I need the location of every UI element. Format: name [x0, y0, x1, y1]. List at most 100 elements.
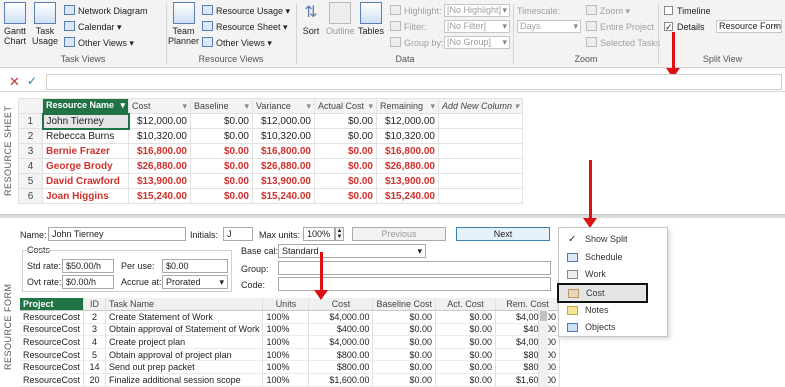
row-number[interactable]: 4 [18, 158, 43, 174]
table-cell[interactable]: $400.00 [308, 323, 374, 337]
table-cell[interactable]: $26,880.00 [376, 158, 439, 174]
check-icon[interactable]: ✓ [27, 74, 37, 88]
timeline-checkbox[interactable]: Timeline [664, 4, 711, 18]
table-cell[interactable]: George Brody [42, 158, 129, 174]
table-cell[interactable]: Create project plan [105, 335, 264, 349]
table-cell[interactable]: $800.00 [308, 348, 374, 362]
table-cell[interactable]: $0.00 [435, 335, 496, 349]
table-row[interactable]: 4 George Brody $26,880.00 $0.00 $26,880.… [18, 158, 523, 174]
table-cell[interactable]: Finalize additional session scope [105, 373, 264, 387]
table-cell[interactable]: 2 [83, 310, 107, 324]
table-cell[interactable]: $4,000.00 [495, 335, 560, 349]
table-cell[interactable]: Rebecca Burns [42, 128, 129, 144]
table-cell[interactable]: $10,320.00 [128, 128, 191, 144]
table-cell[interactable]: Obtain approval of Statement of Work [105, 323, 264, 337]
table-row[interactable]: 6 Joan Higgins $15,240.00 $0.00 $15,240.… [18, 188, 523, 204]
column-header[interactable]: Project [20, 298, 85, 312]
table-cell[interactable]: $13,900.00 [252, 173, 315, 189]
team-planner-button[interactable]: Team Planner [168, 2, 199, 46]
column-header[interactable]: Act. Cost [435, 298, 496, 312]
entire-project-button[interactable]: Entire Project [586, 20, 654, 34]
table-cell[interactable]: 100% [262, 348, 310, 362]
column-header[interactable]: Baseline Cost [372, 298, 436, 312]
column-header[interactable]: Baseline ▾ [190, 98, 253, 114]
table-cell[interactable]: $1,600.00 [495, 373, 560, 387]
resource-sheet-button[interactable]: Resource Sheet ▾ [202, 20, 288, 34]
menu-item-cost[interactable]: Cost [557, 283, 648, 303]
max-units-input[interactable]: 100% [303, 227, 335, 241]
column-header[interactable]: Resource Name ▾ [42, 98, 129, 114]
network-diagram-button[interactable]: Network Diagram [64, 4, 148, 18]
table-row[interactable]: 3 Bernie Frazer $16,800.00 $0.00 $16,800… [18, 143, 523, 159]
table-cell[interactable]: 100% [262, 310, 310, 324]
table-cell[interactable]: ResourceCost [20, 348, 85, 362]
table-cell[interactable]: ResourceCost [20, 373, 85, 387]
table-cell[interactable]: ResourceCost [20, 360, 85, 375]
column-header[interactable]: Units [262, 298, 310, 312]
table-cell[interactable]: ResourceCost [20, 335, 85, 349]
details-dropdown[interactable]: Resource Form [716, 20, 782, 33]
row-number[interactable]: 2 [18, 128, 43, 144]
table-cell[interactable]: $4,000.00 [495, 310, 560, 324]
table-cell[interactable] [438, 128, 523, 144]
task-usage-button[interactable]: Task Usage [32, 2, 58, 46]
table-cell[interactable]: 100% [262, 323, 310, 337]
table-cell[interactable]: $0.00 [190, 188, 253, 204]
table-cell[interactable]: $0.00 [372, 360, 436, 375]
table-cell[interactable]: $1,600.00 [308, 373, 374, 387]
table-cell[interactable]: $0.00 [435, 373, 496, 387]
column-header[interactable]: Rem. Cost [495, 298, 560, 312]
table-cell[interactable]: 100% [262, 373, 310, 387]
row-number[interactable]: 5 [18, 173, 43, 189]
scrollbar-thumb[interactable] [540, 311, 547, 321]
table-cell[interactable]: $4,000.00 [308, 335, 374, 349]
table-row[interactable]: ResourceCost 3 Obtain approval of Statem… [20, 323, 560, 337]
table-cell[interactable]: 20 [83, 373, 107, 387]
table-cell[interactable]: $12,000.00 [128, 113, 191, 129]
table-cell[interactable]: $0.00 [190, 113, 253, 129]
table-cell[interactable]: $400.00 [495, 323, 560, 337]
next-button[interactable]: Next [456, 227, 550, 241]
menu-item-objects[interactable]: Objects [560, 319, 666, 336]
column-header[interactable]: Remaining ▾ [376, 98, 439, 114]
menu-item-work[interactable]: Work [560, 266, 666, 283]
menu-item-show-split[interactable]: ✓ Show Split [560, 231, 666, 248]
table-cell[interactable]: $0.00 [314, 158, 377, 174]
ovt-rate-input[interactable]: $0.00/h [62, 275, 114, 289]
table-cell[interactable]: Obtain approval of project plan [105, 348, 264, 362]
column-header[interactable]: Task Name [105, 298, 264, 312]
table-cell[interactable]: ResourceCost [20, 323, 85, 337]
std-rate-input[interactable]: $50.00/h [62, 259, 114, 273]
table-cell[interactable]: Send out prep packet [105, 360, 264, 375]
table-row[interactable]: ResourceCost 5 Obtain approval of projec… [20, 348, 560, 362]
table-cell[interactable]: $800.00 [308, 360, 374, 375]
table-row[interactable]: 5 David Crawford $13,900.00 $0.00 $13,90… [18, 173, 523, 189]
table-cell[interactable]: $4,000.00 [308, 310, 374, 324]
menu-item-schedule[interactable]: Schedule [560, 249, 666, 266]
table-cell[interactable]: $0.00 [435, 310, 496, 324]
table-cell[interactable]: $16,800.00 [376, 143, 439, 159]
table-cell[interactable]: Bernie Frazer [42, 143, 129, 159]
table-cell[interactable]: $0.00 [372, 348, 436, 362]
table-cell[interactable]: $16,800.00 [128, 143, 191, 159]
table-cell[interactable]: $0.00 [372, 373, 436, 387]
table-cell[interactable]: $0.00 [314, 143, 377, 159]
resource-usage-button[interactable]: Resource Usage ▾ [202, 4, 290, 18]
table-cell[interactable]: ResourceCost [20, 310, 85, 324]
table-cell[interactable]: $15,240.00 [252, 188, 315, 204]
select-all-corner[interactable] [18, 98, 43, 114]
table-cell[interactable]: 4 [83, 335, 107, 349]
table-cell[interactable]: $0.00 [435, 348, 496, 362]
table-row[interactable]: ResourceCost 20 Finalize additional sess… [20, 373, 560, 387]
form-table-scrollbar[interactable] [538, 309, 548, 386]
table-cell[interactable]: $0.00 [190, 143, 253, 159]
max-units-stepper[interactable]: ▲ ▼ [335, 227, 344, 241]
table-cell[interactable]: John Tierney [41, 112, 130, 130]
table-cell[interactable]: $10,320.00 [376, 128, 439, 144]
table-cell[interactable]: $16,800.00 [252, 143, 315, 159]
table-cell[interactable]: $0.00 [314, 128, 377, 144]
filter-dropdown[interactable]: [No Filter] [444, 20, 510, 33]
group-input[interactable] [278, 261, 551, 275]
table-cell[interactable]: $0.00 [435, 360, 496, 375]
table-cell[interactable]: 3 [83, 323, 107, 337]
